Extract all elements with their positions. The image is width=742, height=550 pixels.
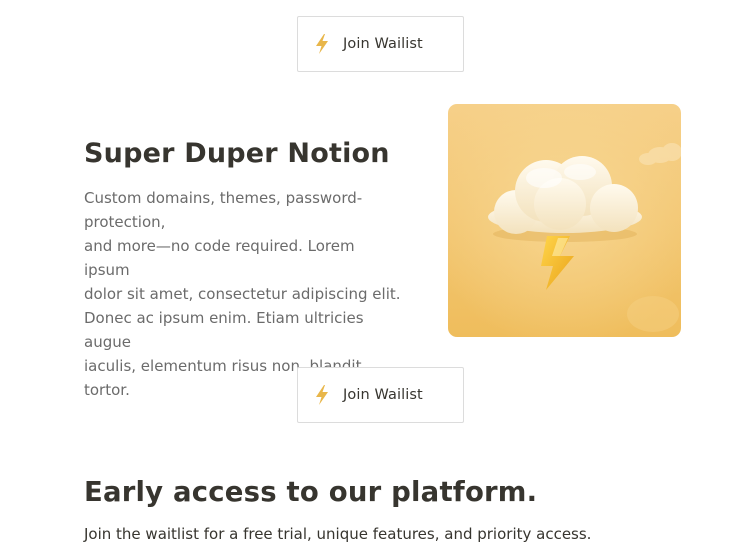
feature-title: Super Duper Notion — [84, 138, 390, 169]
join-waitlist-label: Join Wailist — [343, 36, 423, 52]
early-access-subtitle: Join the waitlist for a free trial, uniq… — [84, 525, 592, 543]
early-access-heading: Early access to our platform. — [84, 476, 538, 508]
feature-description-line: Custom domains, themes, password- — [84, 189, 363, 207]
lightning-icon — [316, 385, 328, 405]
join-waitlist-button-middle[interactable]: Join Wailist — [297, 367, 464, 423]
lightning-icon — [316, 34, 328, 54]
feature-description-line: Donec ac ipsum enim. Etiam ultricies aug… — [84, 309, 364, 351]
feature-description-line: and more—no code required. Lorem ipsum — [84, 237, 355, 279]
feature-description-line: dolor sit amet, consectetur adipiscing e… — [84, 285, 401, 303]
join-waitlist-button-top[interactable]: Join Wailist — [297, 16, 464, 72]
storm-cloud-illustration — [448, 104, 681, 337]
join-waitlist-label: Join Wailist — [343, 387, 423, 403]
feature-description-line: protection, — [84, 213, 166, 231]
